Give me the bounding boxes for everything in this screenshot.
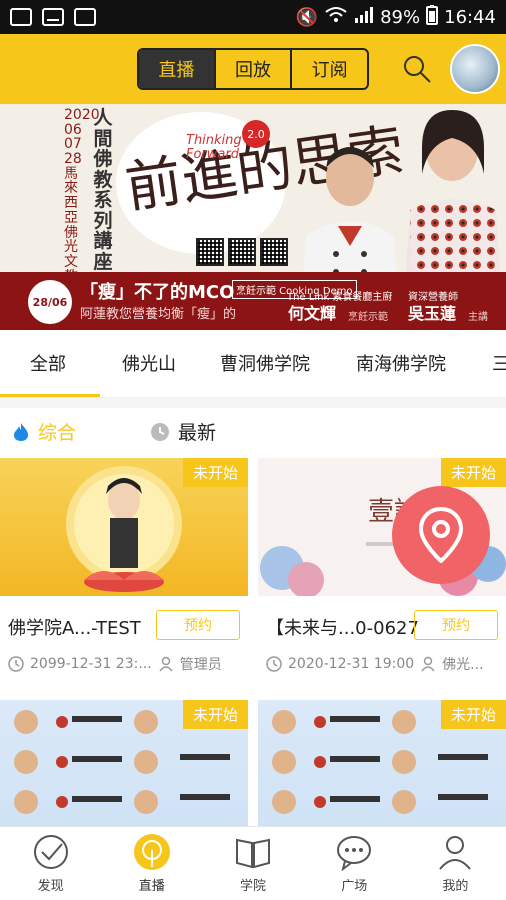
clock: 16:44 xyxy=(444,6,496,28)
banner-version-badge: 2.0 xyxy=(242,120,270,148)
tab-more[interactable]: 三 xyxy=(492,350,506,376)
card-title: 【未来与...0-0627 xyxy=(266,618,419,639)
book-icon xyxy=(236,838,270,869)
banner-speaker-role: 主講 xyxy=(468,312,488,323)
active-tab-indicator xyxy=(0,394,100,397)
live-card[interactable]: 未开始 xyxy=(0,700,248,826)
activity-notification-icon xyxy=(42,8,64,26)
fb-qr-icon xyxy=(260,238,288,266)
check-circle-icon xyxy=(33,835,68,869)
sort-comprehensive[interactable]: 综合 xyxy=(12,418,76,445)
clock-icon xyxy=(266,656,282,672)
card-meta: 2020-12-31 19:00 佛光... xyxy=(266,654,484,674)
avatar[interactable] xyxy=(450,44,500,94)
divider xyxy=(0,398,506,408)
tab-nanhai[interactable]: 南海佛学院 xyxy=(356,350,446,376)
app-qr-icon xyxy=(228,238,256,266)
location-pin-icon xyxy=(419,507,463,563)
live-broadcast-icon xyxy=(133,834,170,870)
live-segmented-control: 直播 回放 订阅 xyxy=(137,48,369,90)
banner-series: 人間佛教系列講座 xyxy=(93,107,113,273)
nav-discover[interactable]: 发现 xyxy=(0,827,101,900)
status-badge: 未开始 xyxy=(182,458,248,487)
status-badge: 未开始 xyxy=(440,700,506,729)
bottom-navigation: 发现 直播 学院 广场 我的 xyxy=(0,826,506,900)
screen: 🔇 89% 16:44 直播 回放 订阅 2020 06 07 28 馬來西亞佛… xyxy=(0,0,506,900)
battery-icon xyxy=(426,4,439,30)
card-meta: 2099-12-31 23:... 管理员 xyxy=(8,654,222,674)
banner-date-badge: 28/06 xyxy=(28,280,72,324)
battery-percent: 89% xyxy=(380,6,421,28)
status-badge: 未开始 xyxy=(182,700,248,729)
sort-bar: 综合 最新 xyxy=(0,408,506,458)
sort-latest[interactable]: 最新 xyxy=(150,418,216,445)
nav-academy[interactable]: 学院 xyxy=(202,827,303,900)
tab-all[interactable]: 全部 xyxy=(30,350,66,376)
segment-subscribe[interactable]: 订阅 xyxy=(292,50,367,88)
card-datetime: 2020-12-31 19:00 xyxy=(288,656,415,672)
segment-replay[interactable]: 回放 xyxy=(216,50,293,88)
flame-icon xyxy=(14,422,28,441)
segment-live[interactable]: 直播 xyxy=(139,50,216,88)
clock-icon xyxy=(151,422,169,441)
reserve-button[interactable]: 预约 xyxy=(414,610,498,640)
promo-banner[interactable]: 2020 06 07 28 馬來西亞佛光文教中心 人間佛教系列講座 前進的思索 … xyxy=(0,104,506,330)
banner-subline: 阿蓮教您營養均衡「瘦」的 xyxy=(80,307,237,322)
signal-icon xyxy=(354,6,374,29)
banner-thinking-forward: Thinking Forward xyxy=(186,133,242,163)
user-icon xyxy=(439,836,472,870)
banner-host-role: 烹飪示範 xyxy=(348,312,388,323)
tab-foguangshan[interactable]: 佛光山 xyxy=(122,350,176,376)
app-header: 直播 回放 订阅 xyxy=(0,34,506,104)
status-badge: 未开始 xyxy=(440,458,506,487)
card-author: 佛光... xyxy=(442,657,484,673)
banner-host-name: 何文輝 xyxy=(288,304,337,323)
wifi-icon xyxy=(324,6,348,29)
nutritionist-portrait xyxy=(404,110,502,298)
card-title: 佛学院A...-TEST xyxy=(8,618,141,639)
chat-bubble-icon xyxy=(337,836,372,871)
live-card[interactable]: 未开始 xyxy=(258,700,506,826)
card-author: 管理员 xyxy=(179,657,222,673)
screenshot-notification-icon xyxy=(74,8,96,26)
banner-headline: 「瘦」不了的MCO xyxy=(80,282,235,303)
clock-icon xyxy=(8,656,24,672)
live-card[interactable]: 未开始 佛学院A...-TEST 预约 2099-12-31 23:... 管理… xyxy=(0,458,248,698)
status-bar: 🔇 89% 16:44 xyxy=(0,0,506,34)
category-tabs: 全部 佛光山 曹洞佛学院 南海佛学院 三 xyxy=(0,330,506,398)
mute-icon: 🔇 xyxy=(295,6,319,28)
image-notification-icon xyxy=(10,8,32,26)
banner-speaker-name: 吳玉蓮 xyxy=(408,304,457,323)
youtube-qr-icon xyxy=(196,238,224,266)
reserve-button[interactable]: 预约 xyxy=(156,610,240,640)
tab-caodong[interactable]: 曹洞佛学院 xyxy=(220,350,310,376)
nav-live[interactable]: 直播 xyxy=(101,827,202,900)
location-fab[interactable] xyxy=(392,486,490,584)
nav-profile[interactable]: 我的 xyxy=(405,827,506,900)
card-datetime: 2099-12-31 23:... xyxy=(30,656,152,672)
search-icon[interactable] xyxy=(402,54,432,84)
nav-plaza[interactable]: 广场 xyxy=(304,827,405,900)
user-icon xyxy=(159,656,173,672)
user-icon xyxy=(421,656,435,672)
